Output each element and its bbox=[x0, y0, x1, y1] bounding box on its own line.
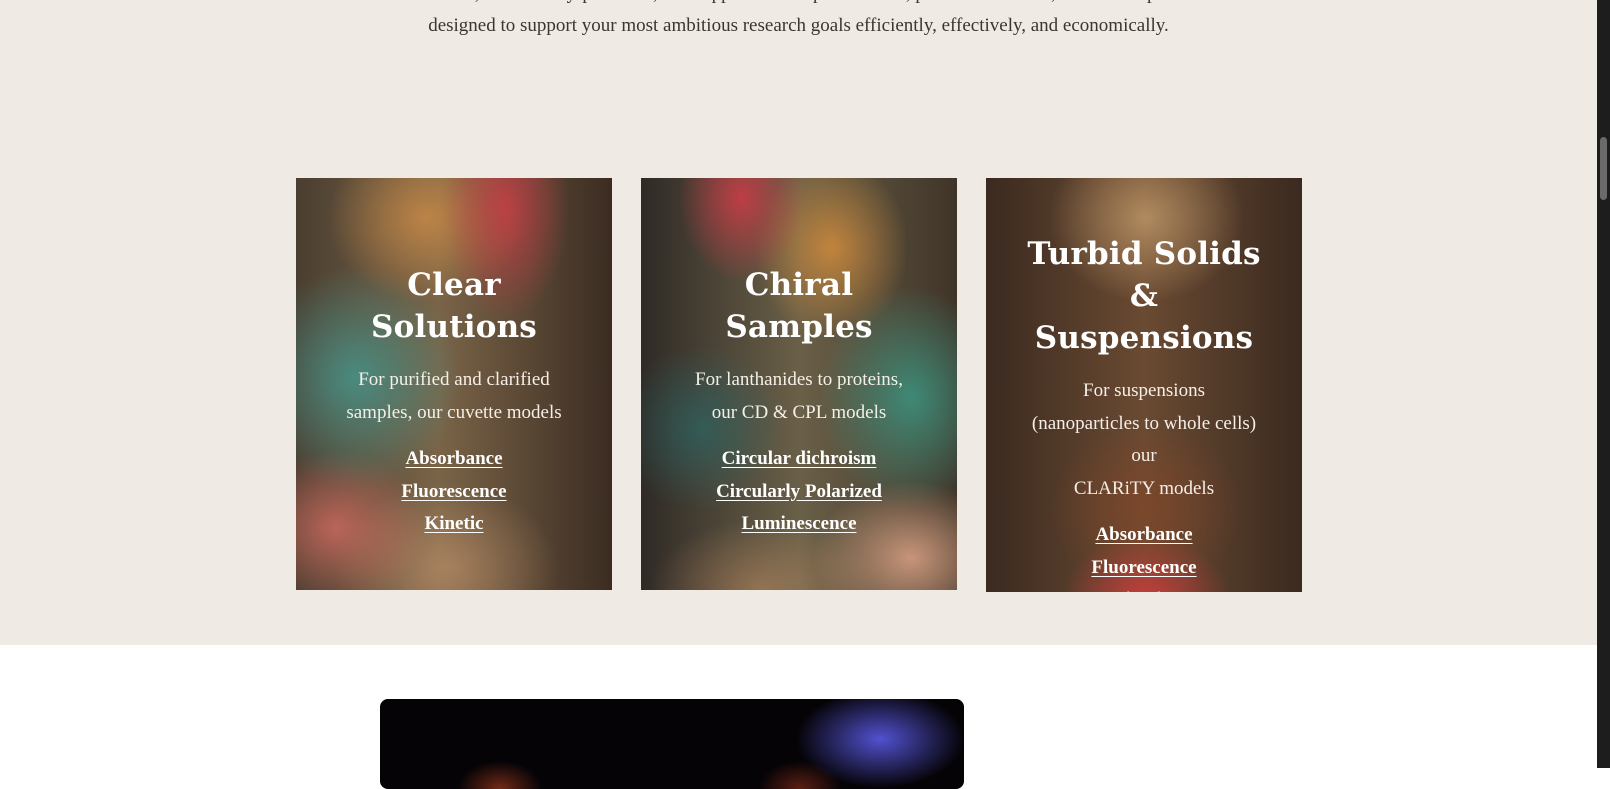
link-fluorescence[interactable]: Fluorescence bbox=[1012, 552, 1276, 585]
intro-paragraph: Hand-crafted, individually-produced, and… bbox=[0, 0, 1597, 42]
card-clear-solutions: Clear Solutions For purified and clarifi… bbox=[296, 178, 612, 590]
card-description: For lanthanides to proteins, our CD & CP… bbox=[667, 364, 931, 429]
link-absorbance[interactable]: Absorbance bbox=[1012, 519, 1276, 552]
scrollbar[interactable] bbox=[1597, 0, 1610, 768]
card-title-line: Suspensions bbox=[1034, 320, 1254, 356]
card-description-line: For purified and clarified bbox=[358, 369, 550, 390]
card-description-line: samples, our cuvette models bbox=[346, 401, 562, 423]
intro-line: designed to support your most ambitious … bbox=[428, 15, 1169, 36]
link-circularly-polarized[interactable]: Circularly Polarized bbox=[667, 476, 931, 509]
card-title-line: Turbid Solids & bbox=[1027, 236, 1261, 314]
card-turbid-solids: Turbid Solids & Suspensions For suspensi… bbox=[986, 178, 1302, 592]
intro-line: Hand-crafted, individually-produced, and… bbox=[0, 0, 1597, 10]
scrollbar-thumb[interactable] bbox=[1600, 137, 1607, 200]
card-title: Chiral Samples bbox=[725, 267, 873, 345]
link-fluorescence[interactable]: Fluorescence bbox=[322, 476, 586, 509]
video-player[interactable] bbox=[380, 699, 964, 789]
link-circular-dichroism[interactable]: Circular dichroism bbox=[667, 443, 931, 476]
card-description-line: (nanoparticles to whole cells) bbox=[1031, 412, 1257, 434]
link-luminescence[interactable]: Luminescence bbox=[667, 508, 931, 541]
card-title: Turbid Solids & Suspensions bbox=[1012, 233, 1276, 359]
card-description-line: For lanthanides to proteins, bbox=[695, 369, 903, 390]
card-title: Clear Solutions bbox=[371, 267, 537, 345]
link-absorbance[interactable]: Absorbance bbox=[322, 443, 586, 476]
card-description-line: our CD & CPL models bbox=[711, 401, 887, 423]
product-section: Hand-crafted, individually-produced, and… bbox=[0, 0, 1597, 645]
link-kinetics[interactable]: Kinetics bbox=[1012, 584, 1276, 592]
card-description-line: For suspensions bbox=[1083, 380, 1205, 401]
card-chiral-samples: Chiral Samples For lanthanides to protei… bbox=[641, 178, 957, 590]
card-description: For purified and clarified samples, our … bbox=[322, 364, 586, 429]
card-description-line: CLARiTY models bbox=[1073, 477, 1215, 499]
link-kinetic[interactable]: Kinetic bbox=[322, 508, 586, 541]
card-description: For suspensions (nanoparticles to whole … bbox=[1012, 375, 1276, 505]
card-description-line: our bbox=[1131, 445, 1157, 466]
